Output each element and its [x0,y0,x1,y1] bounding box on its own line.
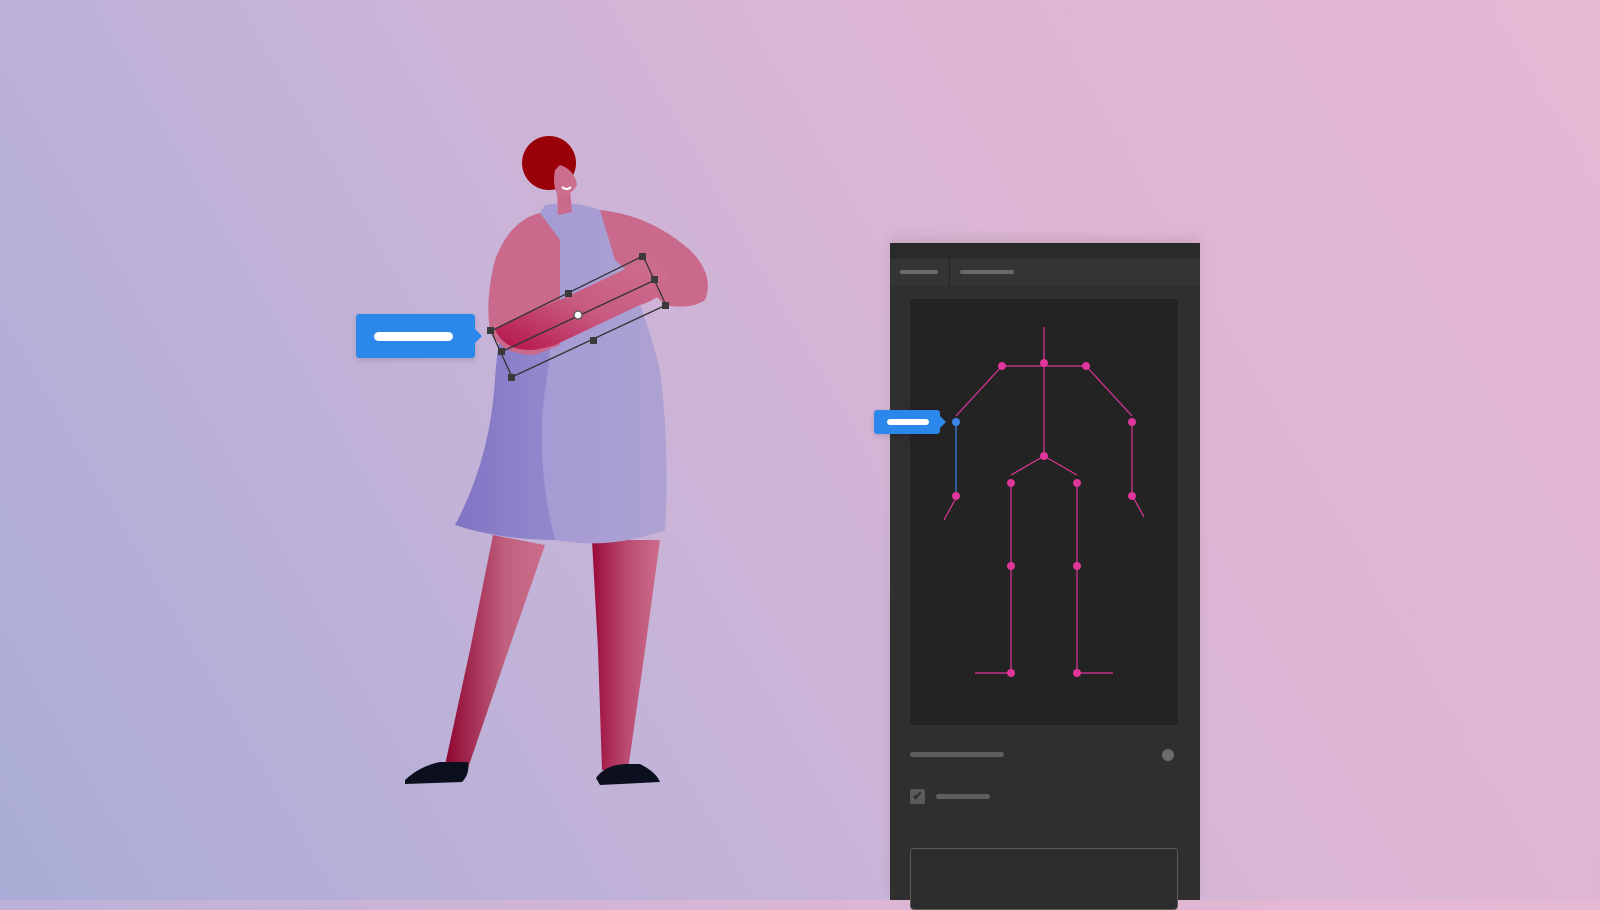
option-label-bar [910,752,1004,757]
tab-label-bar [900,270,938,274]
rig-panel: ✔ [890,243,1200,910]
radio-button[interactable] [1162,749,1174,761]
character-body [455,203,708,544]
skeleton-bones [943,327,1145,674]
panel-tab-bar [890,257,1200,286]
text-input-area[interactable] [910,848,1178,910]
selected-joint[interactable] [952,418,960,426]
joint-label-callout [874,410,946,434]
checkbox-label-bar [936,794,990,799]
tab-label-bar [960,270,1014,274]
callout-label-bar [374,332,453,341]
tab-first[interactable] [890,258,950,286]
character-head [522,136,577,215]
skeleton-rig-view[interactable] [910,299,1178,725]
checkbox[interactable]: ✔ [910,789,925,804]
animation-canvas[interactable] [0,0,1600,900]
checkbox-option-row[interactable]: ✔ [910,789,1178,805]
toggle-option-row[interactable] [910,747,1178,763]
panel-title-bar[interactable] [890,243,1200,257]
callout-label-bar [887,419,929,425]
bone-label-callout [356,314,482,358]
character-figure[interactable] [0,0,1600,900]
tab-second[interactable] [950,258,1110,286]
character-legs [405,535,660,785]
skeleton-diagram [943,327,1145,677]
